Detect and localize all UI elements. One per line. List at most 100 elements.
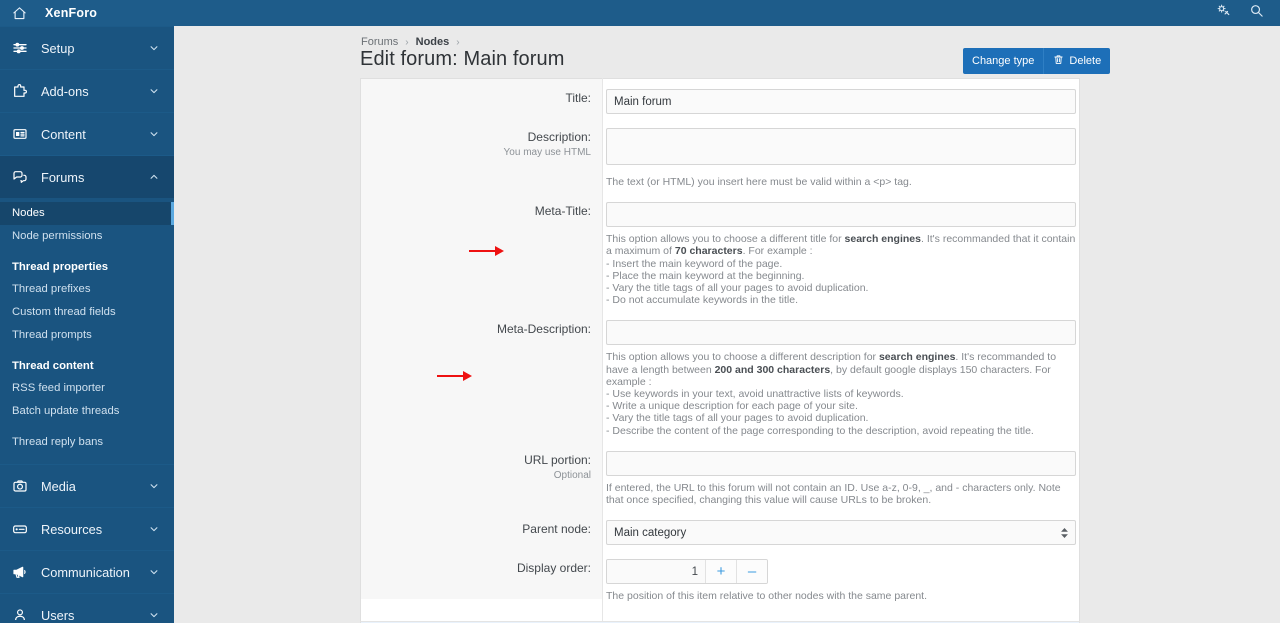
title-input[interactable]: [606, 89, 1076, 114]
meta-title-hint-bold2: 70 characters: [674, 245, 743, 258]
page-title: Edit forum: Main forum: [360, 48, 565, 70]
sidebar-group-label: Forums: [41, 169, 85, 185]
page-actions: Change type Delete: [963, 48, 1111, 74]
form-column-divider: [602, 78, 603, 621]
sidebar-group-users[interactable]: Users: [0, 593, 174, 623]
display-order-field-cell: 1 + – The position of this item relative…: [603, 549, 1079, 606]
url-portion-input[interactable]: [606, 450, 1076, 476]
form-row-title: Title:: [361, 79, 1079, 118]
meta-title-hint-item: - Place the main keyword at the beginnin…: [606, 269, 805, 282]
home-icon[interactable]: [12, 6, 27, 21]
parent-node-label-cell: Parent node:: [361, 510, 603, 549]
chevron-down-icon: [148, 524, 160, 534]
description-textarea[interactable]: [606, 128, 1076, 165]
chevron-down-icon: [148, 567, 160, 577]
sidebar-item-thread-prompts[interactable]: Thread prompts: [0, 324, 174, 347]
meta-description-hint-item: - Use keywords in your text, avoid unatt…: [606, 388, 904, 401]
brand-title[interactable]: XenForo: [45, 6, 97, 20]
meta-title-label: Meta-Title:: [534, 204, 591, 219]
sidebar-group-forums[interactable]: Forums: [0, 155, 174, 198]
sidebar-group-label: Users: [41, 607, 75, 623]
meta-description-hint-lead1: This option allows you to choose a diffe…: [606, 351, 879, 364]
display-order-value[interactable]: 1: [607, 560, 705, 584]
chevron-down-icon: [148, 129, 160, 139]
display-order-increment-button[interactable]: +: [705, 560, 736, 584]
sidebar-item-rss-feed-importer[interactable]: RSS feed importer: [0, 377, 174, 400]
sidebar-group-resources[interactable]: Resources: [0, 507, 174, 550]
sidebar-item-label: Custom thread fields: [12, 306, 116, 318]
breadcrumb-separator-icon: ›: [405, 36, 409, 48]
change-type-label: Change type: [972, 55, 1035, 67]
parent-node-select[interactable]: Main category: [606, 520, 1076, 546]
meta-description-hint-item: - Describe the content of the page corre…: [606, 424, 1034, 437]
sidebar-item-batch-update-threads[interactable]: Batch update threads: [0, 400, 174, 423]
sidebar-group-label: Media: [41, 478, 76, 494]
display-order-decrement-button[interactable]: –: [736, 560, 767, 584]
description-sublabel: You may use HTML: [503, 147, 591, 158]
topbar-actions: [1216, 3, 1264, 23]
app-root: XenForo Setup Add-ons Content Forums Nod…: [0, 0, 1280, 623]
description-hint: The text (or HTML) you insert here must …: [606, 176, 912, 188]
sidebar-item-nodes[interactable]: Nodes: [0, 202, 174, 225]
content-icon: [12, 126, 32, 142]
annotation-arrow-icon: [437, 370, 473, 381]
display-order-label-cell: Display order:: [361, 549, 603, 606]
sidebar-group-media[interactable]: Media: [0, 464, 174, 507]
change-type-button[interactable]: Change type: [963, 48, 1043, 74]
resources-icon: [12, 521, 32, 537]
meta-title-hint-bold1: search engines: [844, 233, 921, 246]
meta-title-hint: This option allows you to choose a diffe…: [606, 233, 1076, 306]
meta-title-input[interactable]: [606, 202, 1076, 228]
user-icon: [12, 607, 32, 623]
description-field-cell: The text (or HTML) you insert here must …: [603, 118, 1079, 192]
forums-icon: [12, 169, 32, 185]
meta-description-hint-bold1: search engines: [878, 351, 956, 364]
sliders-icon: [12, 40, 32, 56]
sidebar-heading-thread-content: Thread content: [12, 360, 94, 372]
url-portion-field-cell: If entered, the URL to this forum will n…: [603, 441, 1079, 510]
sidebar-item-label: Thread reply bans: [12, 436, 104, 448]
meta-description-label-cell: Meta-Description:: [361, 310, 603, 440]
delete-button[interactable]: Delete: [1043, 48, 1110, 74]
url-portion-hint: If entered, the URL to this forum will n…: [606, 481, 1061, 507]
sidebar-group-content[interactable]: Content: [0, 112, 174, 155]
meta-description-input[interactable]: [606, 320, 1076, 346]
annotation-arrow-icon: [469, 246, 505, 257]
forum-edit-form: Title: Description: You may use HTML The…: [360, 78, 1080, 623]
main-content: Forums › Nodes › Edit forum: Main forum …: [174, 26, 1280, 623]
sidebar-item-node-permissions[interactable]: Node permissions: [0, 225, 174, 248]
url-portion-label-cell: URL portion: Optional: [361, 441, 603, 510]
parent-node-field-cell: Main category: [603, 510, 1079, 549]
title-label-cell: Title:: [361, 79, 603, 118]
sidebar-group-communication[interactable]: Communication: [0, 550, 174, 593]
form-row-url-portion: URL portion: Optional If entered, the UR…: [361, 441, 1079, 510]
chevron-down-icon: [148, 86, 160, 96]
sidebar-group-add-ons[interactable]: Add-ons: [0, 69, 174, 112]
delete-label: Delete: [1069, 55, 1102, 67]
meta-description-field-cell: This option allows you to choose a diffe…: [603, 310, 1079, 440]
sidebar-group-setup[interactable]: Setup: [0, 26, 174, 69]
chevron-down-icon: [148, 43, 160, 53]
form-rows: Title: Description: You may use HTML The…: [361, 79, 1079, 606]
top-bar: XenForo: [0, 0, 1280, 26]
meta-title-hint-lead1: This option allows you to choose a diffe…: [606, 233, 845, 246]
description-label-cell: Description: You may use HTML: [361, 118, 603, 192]
sidebar-group-label: Resources: [41, 521, 103, 537]
display-order-stepper: 1 + –: [606, 559, 768, 585]
chevron-down-icon: [148, 481, 160, 491]
sidebar-item-custom-thread-fields[interactable]: Custom thread fields: [0, 301, 174, 324]
sidebar-item-label: Thread prefixes: [12, 283, 91, 295]
sidebar-item-thread-prefixes[interactable]: Thread prefixes: [0, 278, 174, 301]
breadcrumb-item-nodes[interactable]: Nodes: [416, 36, 450, 48]
meta-title-label-cell: Meta-Title:: [361, 192, 603, 310]
tools-icon[interactable]: [1216, 3, 1231, 23]
meta-title-hint-item: - Do not accumulate keywords in the titl…: [606, 294, 799, 307]
sidebar: Setup Add-ons Content Forums Nodes Node …: [0, 26, 174, 623]
breadcrumb-item-forums[interactable]: Forums: [361, 36, 398, 48]
sidebar-item-thread-reply-bans[interactable]: Thread reply bans: [0, 431, 174, 454]
meta-description-label: Meta-Description:: [496, 322, 591, 337]
search-icon[interactable]: [1249, 3, 1264, 23]
sidebar-item-label: Nodes: [12, 207, 45, 219]
sidebar-forums-submenu: Nodes Node permissions Thread properties…: [0, 198, 174, 464]
